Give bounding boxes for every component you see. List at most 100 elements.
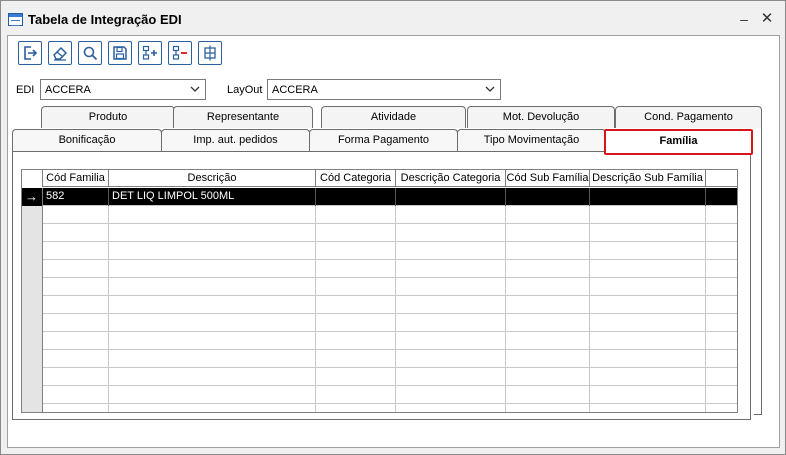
- empty-table-row[interactable]: [22, 242, 737, 260]
- table-cell[interactable]: [590, 350, 706, 368]
- row-indicator[interactable]: [22, 278, 43, 296]
- table-cell[interactable]: [43, 314, 109, 332]
- col-descricao[interactable]: Descrição: [109, 170, 316, 187]
- table-cell[interactable]: [109, 206, 316, 224]
- table-cell[interactable]: [506, 314, 590, 332]
- table-cell[interactable]: [316, 332, 396, 350]
- tab-representante[interactable]: Representante: [173, 106, 313, 128]
- table-cell[interactable]: [43, 278, 109, 296]
- row-indicator[interactable]: [22, 314, 43, 332]
- table-cell[interactable]: [43, 368, 109, 386]
- empty-table-row[interactable]: [22, 314, 737, 332]
- table-cell[interactable]: [109, 386, 316, 404]
- table-cell[interactable]: [590, 404, 706, 412]
- layout-select[interactable]: ACCERA: [267, 79, 501, 100]
- table-cell[interactable]: [590, 296, 706, 314]
- table-cell[interactable]: [109, 242, 316, 260]
- table-cell[interactable]: DET LIQ LIMPOL 500ML: [109, 188, 316, 206]
- remove-row-button[interactable]: [168, 41, 192, 65]
- empty-table-row[interactable]: [22, 350, 737, 368]
- tab-cond-pagamento[interactable]: Cond. Pagamento: [615, 106, 762, 128]
- table-cell[interactable]: [316, 404, 396, 412]
- col-cod-sub-familia[interactable]: Cód Sub Família: [506, 170, 590, 187]
- table-cell[interactable]: [109, 260, 316, 278]
- table-cell[interactable]: [506, 332, 590, 350]
- table-cell[interactable]: [109, 368, 316, 386]
- table-cell[interactable]: [316, 368, 396, 386]
- table-cell[interactable]: [43, 260, 109, 278]
- table-cell[interactable]: [43, 386, 109, 404]
- table-cell[interactable]: [396, 224, 506, 242]
- table-cell[interactable]: [316, 260, 396, 278]
- table-cell[interactable]: [506, 386, 590, 404]
- tab-familia[interactable]: Família: [604, 129, 753, 155]
- tab-tipo-movimentacao[interactable]: Tipo Movimentação: [457, 129, 606, 151]
- search-button[interactable]: [78, 41, 102, 65]
- empty-table-row[interactable]: [22, 224, 737, 242]
- table-cell[interactable]: [109, 278, 316, 296]
- table-cell[interactable]: [506, 368, 590, 386]
- empty-table-row[interactable]: [22, 368, 737, 386]
- table-cell[interactable]: [109, 224, 316, 242]
- table-cell[interactable]: [316, 224, 396, 242]
- table-cell[interactable]: [506, 224, 590, 242]
- table-cell[interactable]: [316, 278, 396, 296]
- table-cell[interactable]: [396, 278, 506, 296]
- table-cell[interactable]: [109, 296, 316, 314]
- tab-bonificacao[interactable]: Bonificação: [12, 129, 162, 151]
- table-cell[interactable]: [590, 224, 706, 242]
- tab-mot-devolucao[interactable]: Mot. Devolução: [467, 106, 615, 128]
- table-cell[interactable]: [43, 242, 109, 260]
- table-cell[interactable]: [396, 386, 506, 404]
- table-cell[interactable]: [396, 350, 506, 368]
- table-cell[interactable]: [396, 368, 506, 386]
- col-cod-categoria[interactable]: Cód Categoria: [316, 170, 396, 187]
- tab-forma-pagamento[interactable]: Forma Pagamento: [309, 129, 458, 151]
- row-indicator[interactable]: [22, 368, 43, 386]
- col-descricao-sub-familia[interactable]: Descrição Sub Família: [590, 170, 706, 187]
- table-cell[interactable]: [590, 314, 706, 332]
- table-cell[interactable]: [396, 314, 506, 332]
- table-cell[interactable]: [590, 242, 706, 260]
- empty-table-row[interactable]: [22, 296, 737, 314]
- table-row[interactable]: → 582 DET LIQ LIMPOL 500ML: [22, 188, 737, 206]
- table-cell[interactable]: [506, 404, 590, 412]
- empty-table-row[interactable]: [22, 260, 737, 278]
- exit-button[interactable]: [18, 41, 42, 65]
- table-cell[interactable]: [506, 260, 590, 278]
- row-indicator[interactable]: [22, 224, 43, 242]
- minimize-button[interactable]: –: [735, 10, 753, 28]
- empty-table-row[interactable]: [22, 332, 737, 350]
- table-cell[interactable]: [109, 314, 316, 332]
- table-cell[interactable]: [396, 332, 506, 350]
- table-cell[interactable]: [396, 260, 506, 278]
- row-indicator[interactable]: [22, 296, 43, 314]
- table-cell[interactable]: [590, 260, 706, 278]
- empty-table-row[interactable]: [22, 206, 737, 224]
- table-cell[interactable]: [396, 206, 506, 224]
- row-indicator[interactable]: [22, 350, 43, 368]
- table-cell[interactable]: [590, 386, 706, 404]
- table-cell[interactable]: [43, 206, 109, 224]
- row-indicator[interactable]: [22, 332, 43, 350]
- table-cell[interactable]: [506, 296, 590, 314]
- table-cell[interactable]: [316, 386, 396, 404]
- clear-button[interactable]: [48, 41, 72, 65]
- row-indicator[interactable]: [22, 386, 43, 404]
- edi-select[interactable]: ACCERA: [40, 79, 206, 100]
- row-indicator[interactable]: →: [22, 188, 43, 206]
- table-cell[interactable]: [43, 332, 109, 350]
- table-cell[interactable]: [506, 206, 590, 224]
- table-cell[interactable]: [506, 242, 590, 260]
- table-cell[interactable]: 582: [43, 188, 109, 206]
- col-cod-familia[interactable]: Cód Familia: [43, 170, 109, 187]
- table-cell[interactable]: [396, 242, 506, 260]
- row-indicator[interactable]: [22, 260, 43, 278]
- table-cell[interactable]: [316, 350, 396, 368]
- row-indicator[interactable]: [22, 206, 43, 224]
- tab-imp-aut-pedidos[interactable]: Imp. aut. pedidos: [161, 129, 310, 151]
- table-cell[interactable]: [43, 224, 109, 242]
- table-cell[interactable]: [506, 188, 590, 206]
- table-cell[interactable]: [590, 278, 706, 296]
- table-cell[interactable]: [316, 242, 396, 260]
